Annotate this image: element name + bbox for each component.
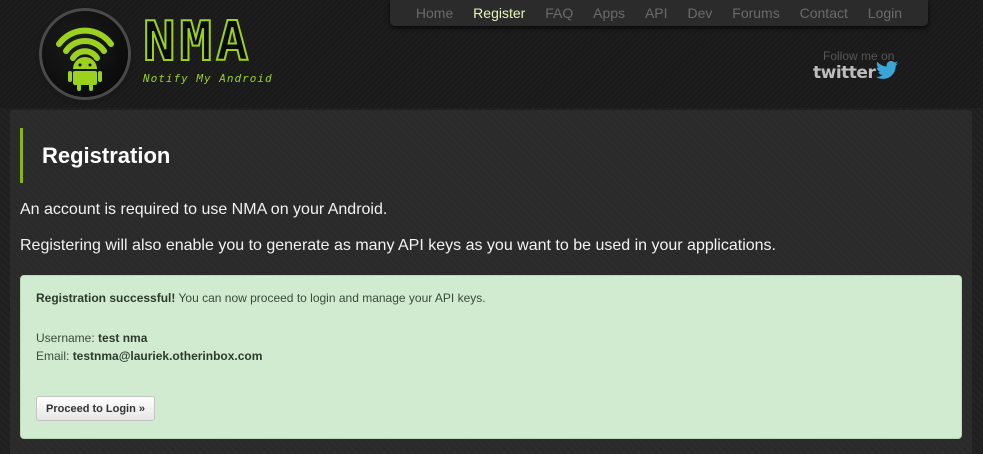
username-label: Username: (36, 331, 95, 345)
twitter-link[interactable]: twitter (813, 61, 899, 84)
brand-tagline: Notify My Android (143, 72, 273, 85)
brand-logo[interactable]: NMA Notify My Android (142, 10, 273, 86)
nav-dev[interactable]: Dev (687, 5, 712, 21)
alert-heading: Registration successful! (36, 291, 176, 305)
username-row: Username: test nma (36, 331, 147, 345)
email-value: testnma@lauriek.otherinbox.com (72, 349, 263, 363)
page-title-block: Registration (20, 128, 170, 183)
main-nav: Home Register FAQ Apps API Dev Forums Co… (390, 0, 928, 26)
alert-message: You can now proceed to login and manage … (178, 291, 486, 305)
nav-forums[interactable]: Forums (732, 5, 779, 21)
nav-register[interactable]: Register (473, 5, 525, 21)
nav-login[interactable]: Login (868, 5, 902, 21)
twitter-wordmark: twitter (813, 62, 876, 83)
nav-home[interactable]: Home (416, 5, 453, 21)
twitter-bird-icon (875, 61, 899, 84)
proceed-to-login-button[interactable]: Proceed to Login » (36, 396, 156, 421)
brand-name: NMA (142, 10, 253, 73)
site-header: NMA Notify My Android Home Register FAQ … (0, 0, 983, 108)
nav-apps[interactable]: Apps (593, 5, 625, 21)
intro-paragraph-1: An account is required to use NMA on you… (20, 201, 388, 218)
alert-message-line: Registration successful! You can now pro… (36, 291, 486, 305)
success-alert: Registration successful! You can now pro… (20, 275, 962, 439)
intro-paragraph-2: Registering will also enable you to gene… (20, 237, 776, 254)
page-title: Registration (42, 142, 171, 168)
android-wifi-logo-icon[interactable] (42, 11, 128, 97)
email-label: Email: (36, 349, 70, 363)
username-value: test nma (98, 331, 148, 345)
email-row: Email: testnma@lauriek.otherinbox.com (36, 349, 262, 363)
nav-contact[interactable]: Contact (800, 5, 848, 21)
nav-api[interactable]: API (645, 5, 668, 21)
nav-faq[interactable]: FAQ (545, 5, 573, 21)
